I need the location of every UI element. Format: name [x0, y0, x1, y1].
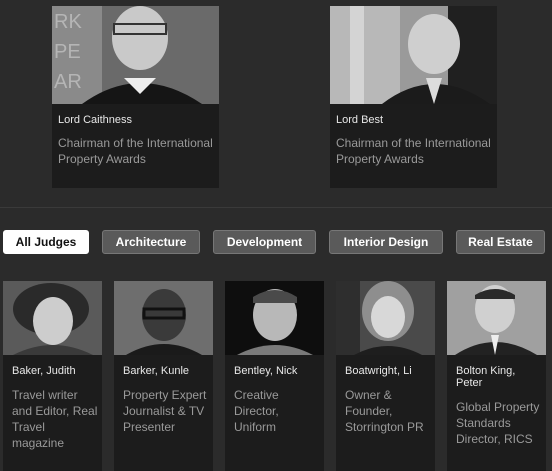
judge-title: Property Expert Journalist & TV Presente… [123, 388, 207, 434]
tab-real-estate[interactable]: Real Estate [456, 230, 545, 254]
judge-name: Bolton King, Peter [456, 365, 516, 389]
judge-title: Chairman of the International Property A… [336, 136, 491, 166]
judge-name: Lord Best [336, 114, 384, 126]
portrait-photo [447, 281, 546, 355]
tab-development[interactable]: Development [213, 230, 316, 254]
judge-title: Travel writer and Editor, Real Travel ma… [12, 388, 98, 450]
portrait-photo [330, 6, 497, 104]
judge-title: Global Property Standards Director, RICS [456, 400, 540, 446]
judge-card[interactable]: Boatwright, Li Owner & Founder, Storring… [336, 281, 435, 471]
portrait-photo: RK PE AR [52, 6, 219, 104]
judge-name: Baker, Judith [12, 365, 76, 377]
judge-card[interactable]: Barker, Kunle Property Expert Journalist… [114, 281, 213, 471]
judge-card[interactable]: Bentley, Nick Creative Director, Uniform [225, 281, 324, 471]
portrait-photo [336, 281, 435, 355]
portrait-photo [225, 281, 324, 355]
tab-architecture[interactable]: Architecture [102, 230, 200, 254]
judge-name: Boatwright, Li [345, 365, 412, 377]
judge-card[interactable]: Baker, Judith Travel writer and Editor, … [3, 281, 102, 471]
featured-judge-card[interactable]: Lord Best Chairman of the International … [330, 6, 497, 188]
judge-name: Bentley, Nick [234, 365, 298, 377]
portrait-photo [3, 281, 102, 355]
svg-text:AR: AR [54, 71, 82, 93]
section-divider [0, 207, 552, 208]
judge-card[interactable]: Bolton King, Peter Global Property Stand… [447, 281, 546, 471]
judge-name: Barker, Kunle [123, 365, 190, 377]
featured-judge-card[interactable]: RK PE AR Lord Caithness Chairman of the … [52, 6, 219, 188]
tab-interior-design[interactable]: Interior Design [329, 230, 443, 254]
svg-text:RK: RK [54, 11, 82, 33]
judge-title: Owner & Founder, Storrington PR [345, 388, 424, 434]
judge-name: Lord Caithness [58, 114, 132, 126]
portrait-photo [114, 281, 213, 355]
svg-text:PE: PE [54, 41, 81, 63]
judge-title: Creative Director, Uniform [234, 388, 279, 434]
judge-title: Chairman of the International Property A… [58, 136, 213, 166]
tab-all-judges[interactable]: All Judges [3, 230, 89, 254]
